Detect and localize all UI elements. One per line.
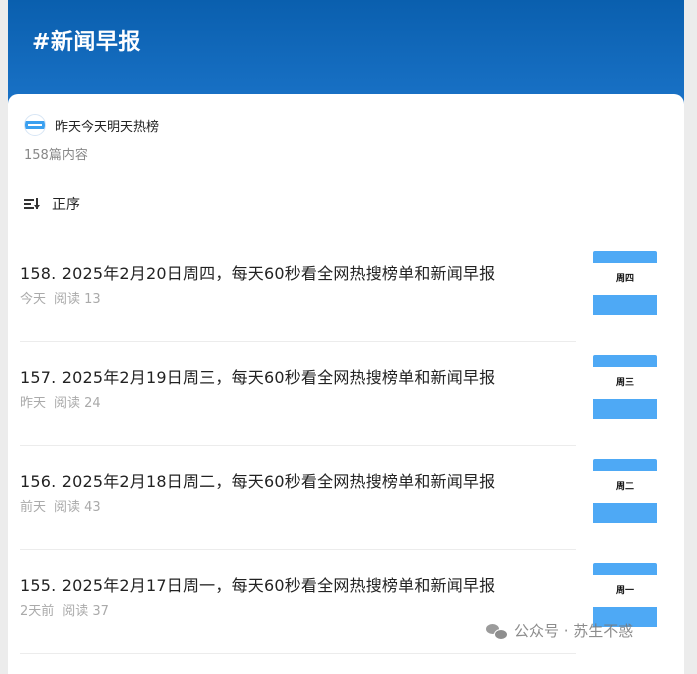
sort-toggle-button[interactable]: 正序	[24, 194, 80, 214]
article-title[interactable]: 158. 2025年2月20日周四，每天60秒看全网热搜榜单和新闻早报	[20, 260, 495, 284]
content-count: 158篇内容	[24, 148, 88, 163]
account-avatar[interactable]	[24, 114, 46, 136]
article-time: 昨天	[20, 396, 47, 411]
article-meta: 昨天 阅读 24	[20, 392, 101, 411]
article-thumbnail[interactable]: 周二	[593, 459, 657, 523]
article-thumbnail[interactable]: 周一	[593, 563, 657, 627]
watermark-text: 公众号 · 苏生不惑	[514, 622, 634, 640]
article-thumbnail[interactable]: 周三	[593, 355, 657, 419]
article-reads: 阅读 24	[54, 396, 101, 411]
article-time: 今天	[20, 292, 47, 307]
album-title: #新闻早报	[32, 30, 141, 55]
article-title[interactable]: 157. 2025年2月19日周三，每天60秒看全网热搜榜单和新闻早报	[20, 364, 495, 388]
account-info[interactable]: 昨天今天明天热榜	[24, 114, 159, 136]
article-time: 2天前	[20, 604, 55, 619]
article-reads: 阅读 37	[62, 604, 109, 619]
thumbnail-day-label: 周一	[615, 586, 634, 596]
sort-order-icon	[24, 197, 40, 211]
article-item[interactable]: 157. 2025年2月19日周三，每天60秒看全网热搜榜单和新闻早报 昨天 阅读…	[20, 342, 576, 446]
sort-label: 正序	[52, 197, 80, 213]
divider	[20, 653, 576, 654]
thumbnail-day-label: 周二	[615, 482, 634, 492]
article-reads: 阅读 43	[54, 500, 101, 515]
article-title[interactable]: 155. 2025年2月17日周一，每天60秒看全网热搜榜单和新闻早报	[20, 572, 495, 596]
article-meta: 今天 阅读 13	[20, 288, 101, 307]
wechat-icon	[486, 622, 508, 640]
article-item[interactable]: 158. 2025年2月20日周四，每天60秒看全网热搜榜单和新闻早报 今天 阅读…	[20, 238, 576, 342]
thumbnail-day-label: 周三	[615, 378, 634, 388]
article-reads: 阅读 13	[54, 292, 101, 307]
article-meta: 前天 阅读 43	[20, 496, 101, 515]
article-item[interactable]: 156. 2025年2月18日周二，每天60秒看全网热搜榜单和新闻早报 前天 阅读…	[20, 446, 576, 550]
article-thumbnail[interactable]: 周四	[593, 251, 657, 315]
article-meta: 2天前 阅读 37	[20, 600, 109, 619]
article-time: 前天	[20, 500, 47, 515]
watermark: 公众号 · 苏生不惑	[486, 620, 633, 641]
thumbnail-day-label: 周四	[615, 274, 634, 284]
article-title[interactable]: 156. 2025年2月18日周二，每天60秒看全网热搜榜单和新闻早报	[20, 468, 495, 492]
account-name[interactable]: 昨天今天明天热榜	[55, 116, 159, 135]
